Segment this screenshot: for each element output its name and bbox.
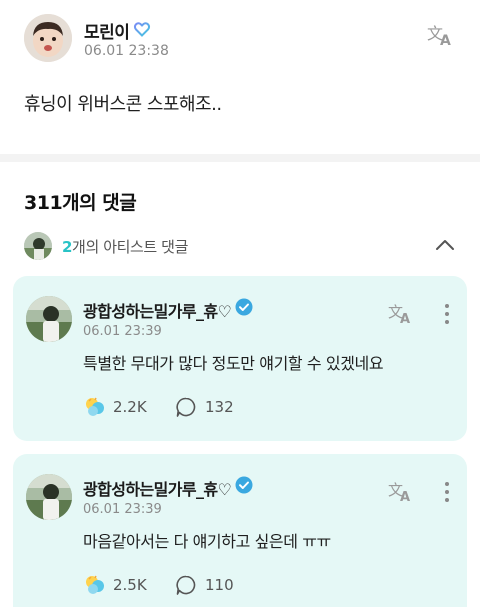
cheer-like-icon[interactable] xyxy=(83,396,107,418)
reply-count: 110 xyxy=(205,576,234,594)
artist-comments-label: 2개의 아티스트 댓글 xyxy=(62,236,188,257)
comment-date: 06.01 23:39 xyxy=(83,502,162,517)
post-date: 06.01 23:38 xyxy=(84,43,169,59)
commenter-name[interactable]: 광합성하는밀가루_휴♡ xyxy=(83,298,232,322)
comment-actions: 2.2K 132 xyxy=(83,394,383,420)
translate-icon[interactable]: 文 A xyxy=(426,20,456,50)
artist-comments-count: 2 xyxy=(62,238,73,256)
translate-icon[interactable]: 文 A xyxy=(387,478,415,506)
post-header: 모린이 06.01 23:38 文 A xyxy=(24,14,456,66)
comments-count-title: 311개의 댓글 xyxy=(24,192,137,214)
artist-comment-card: 광합성하는밀가루_휴♡ 06.01 23:39 특별한 무대가 많다 정도만 얘… xyxy=(13,276,467,441)
more-options-icon[interactable] xyxy=(443,480,451,504)
verified-badge-icon xyxy=(235,298,253,316)
comment-date: 06.01 23:39 xyxy=(83,324,162,339)
commenter-avatar[interactable] xyxy=(26,296,72,342)
cheer-like-icon[interactable] xyxy=(83,574,107,596)
commenter-avatar[interactable] xyxy=(26,474,72,520)
chevron-up-icon[interactable] xyxy=(434,234,456,256)
artist-comment-card: 광합성하는밀가루_휴♡ 06.01 23:39 마음같아서는 다 얘기하고 싶은… xyxy=(13,454,467,607)
svg-text:A: A xyxy=(400,312,410,327)
reply-bubble-icon[interactable] xyxy=(175,574,197,596)
translate-icon[interactable]: 文 A xyxy=(387,300,415,328)
reply-count: 132 xyxy=(205,398,234,416)
post-author-name[interactable]: 모린이 xyxy=(84,18,130,43)
artist-comments-suffix: 개의 아티스트 댓글 xyxy=(72,238,188,256)
svg-text:A: A xyxy=(440,33,451,49)
like-count: 2.5K xyxy=(113,576,147,594)
artist-comments-toggle[interactable]: 2개의 아티스트 댓글 xyxy=(24,230,460,260)
commenter-name[interactable]: 광합성하는밀가루_휴♡ xyxy=(83,476,232,500)
like-count: 2.2K xyxy=(113,398,147,416)
heart-badge-icon xyxy=(133,20,151,38)
author-avatar[interactable] xyxy=(24,14,72,62)
post-body-text: 휴닝이 위버스콘 스포해조.. xyxy=(24,94,222,115)
artist-mini-avatar xyxy=(24,232,52,260)
svg-text:A: A xyxy=(400,490,410,505)
comment-actions: 2.5K 110 xyxy=(83,572,383,598)
verified-badge-icon xyxy=(235,476,253,494)
reply-bubble-icon[interactable] xyxy=(175,396,197,418)
section-divider xyxy=(0,154,480,162)
comment-text: 특별한 무대가 많다 정도만 얘기할 수 있겠네요 xyxy=(83,354,384,373)
comment-text: 마음같아서는 다 얘기하고 싶은데 ㅠㅠ xyxy=(83,532,331,551)
more-options-icon[interactable] xyxy=(443,302,451,326)
